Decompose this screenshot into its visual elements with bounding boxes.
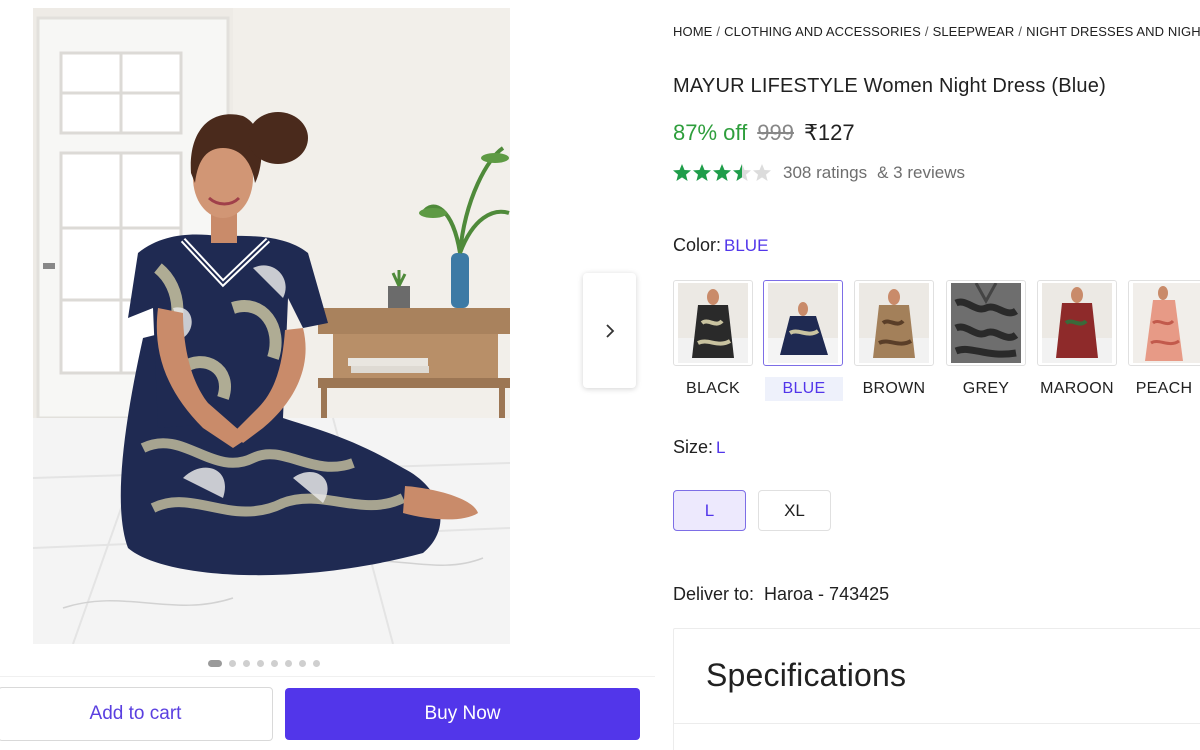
- divider: [0, 676, 655, 677]
- breadcrumb-item-night-dresses[interactable]: NIGHT DRESSES AND NIGHTIES: [1026, 24, 1200, 39]
- star-rating-icon: [673, 164, 771, 181]
- swatch-thumbnail-peach: [1133, 283, 1200, 363]
- selling-price: ₹127: [803, 120, 855, 145]
- specifications-section: Specifications: [673, 628, 1200, 750]
- carousel-dot[interactable]: [285, 659, 292, 667]
- buy-now-button[interactable]: Buy Now: [285, 688, 640, 740]
- size-option-l[interactable]: L: [673, 490, 746, 531]
- color-swatch-black[interactable]: [673, 280, 753, 366]
- color-label: Color: BLUE: [673, 235, 768, 256]
- delivery-address[interactable]: Haroa - 743425: [764, 584, 889, 604]
- add-to-cart-button[interactable]: Add to cart: [0, 687, 273, 741]
- selected-size-value: L: [716, 438, 726, 457]
- carousel-dot[interactable]: [271, 659, 278, 667]
- color-swatch-brown[interactable]: [854, 280, 934, 366]
- color-option-label[interactable]: GREY: [946, 377, 1026, 401]
- swatch-thumbnail-blue: [768, 283, 838, 363]
- product-main-image[interactable]: [33, 8, 510, 644]
- image-carousel-dots[interactable]: [208, 659, 320, 667]
- specifications-title: Specifications: [706, 657, 907, 693]
- swatch-thumbnail-maroon: [1042, 283, 1112, 363]
- carousel-dot[interactable]: [229, 659, 236, 667]
- carousel-dot[interactable]: [257, 659, 264, 667]
- carousel-dot[interactable]: [299, 659, 306, 667]
- next-image-button[interactable]: [583, 273, 636, 388]
- breadcrumb-separator: /: [1018, 24, 1023, 39]
- carousel-dot[interactable]: [313, 659, 320, 667]
- size-option-xl[interactable]: XL: [758, 490, 831, 531]
- rating-row[interactable]: 308 ratings & 3 reviews: [673, 163, 965, 183]
- carousel-dot[interactable]: [243, 659, 250, 667]
- carousel-dot[interactable]: [208, 659, 222, 667]
- color-swatch-peach[interactable]: [1128, 280, 1200, 366]
- discount-percentage: 87% off: [673, 120, 748, 145]
- breadcrumb-separator: /: [924, 24, 929, 39]
- price-row: 87% off 999 ₹127: [673, 120, 855, 146]
- product-photo: [33, 8, 510, 644]
- color-option-label[interactable]: PEACH: [1128, 377, 1200, 401]
- color-swatch-blue[interactable]: [763, 280, 843, 366]
- reviews-count[interactable]: & 3 reviews: [877, 163, 965, 183]
- color-option-label[interactable]: MAROON: [1037, 377, 1117, 401]
- size-label-text: Size:: [673, 437, 714, 457]
- color-option-label[interactable]: BLACK: [673, 377, 753, 401]
- color-option-label[interactable]: BLUE: [765, 377, 843, 401]
- color-swatch-grey[interactable]: [946, 280, 1026, 366]
- color-option-label[interactable]: BROWN: [854, 377, 934, 401]
- ratings-count[interactable]: 308 ratings: [783, 163, 867, 183]
- swatch-thumbnail-grey: [951, 283, 1021, 363]
- breadcrumb-item-sleepwear[interactable]: SLEEPWEAR: [933, 24, 1015, 39]
- color-swatch-maroon[interactable]: [1037, 280, 1117, 366]
- original-price: 999: [757, 120, 794, 145]
- breadcrumb-item-home[interactable]: HOME: [673, 24, 712, 39]
- breadcrumb-separator: /: [716, 24, 721, 39]
- divider: [674, 723, 1200, 724]
- star-rating: [673, 163, 771, 183]
- swatch-thumbnail-black: [678, 283, 748, 363]
- swatch-thumbnail-brown: [859, 283, 929, 363]
- chevron-right-icon: [605, 323, 614, 338]
- breadcrumb-item-clothing[interactable]: CLOTHING AND ACCESSORIES: [724, 24, 921, 39]
- selected-color-value: BLUE: [724, 236, 769, 255]
- breadcrumb: HOME / CLOTHING AND ACCESSORIES / SLEEPWEAR /…: [673, 24, 1200, 39]
- color-label-text: Color:: [673, 235, 722, 255]
- delivery-location[interactable]: Deliver to: Haroa - 743425: [673, 584, 889, 605]
- product-title: MAYUR LIFESTYLE Women Night Dress (Blue): [673, 75, 1106, 97]
- deliver-to-label: Deliver to:: [673, 584, 755, 604]
- size-label: Size: L: [673, 437, 726, 458]
